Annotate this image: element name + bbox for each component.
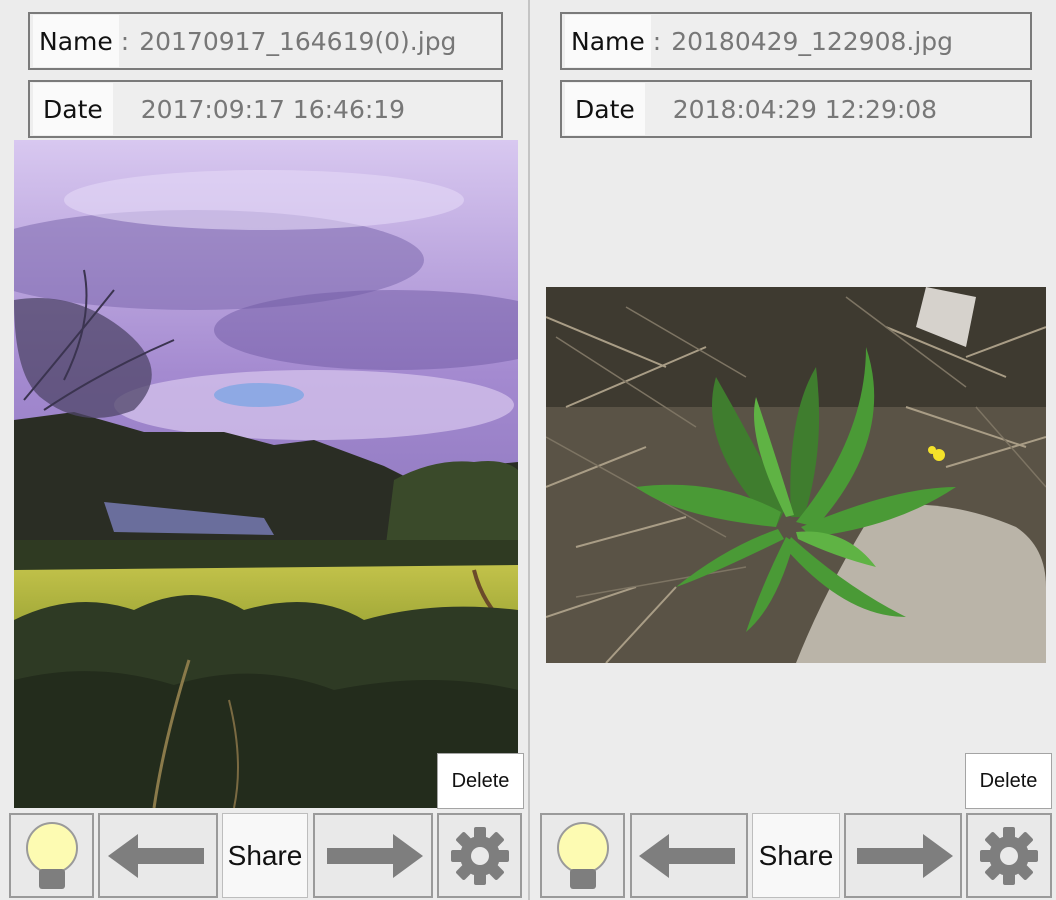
landscape-photo[interactable] <box>14 140 518 808</box>
previous-button[interactable] <box>98 813 218 898</box>
name-separator: : <box>120 26 130 56</box>
lightbulb-button[interactable] <box>540 813 625 898</box>
lightbulb-icon <box>25 821 78 889</box>
date-info-box: Date 2017:09:17 16:46:19 <box>28 80 503 138</box>
share-button[interactable]: Share <box>222 813 308 898</box>
plant-photo-image <box>546 287 1046 663</box>
file-name-value: 20180429_122908.jpg <box>671 26 954 56</box>
date-info-box: Date 2018:04:29 12:29:08 <box>560 80 1032 138</box>
date-label: Date <box>565 83 645 135</box>
settings-button[interactable] <box>966 813 1052 898</box>
plant-photo[interactable] <box>546 287 1046 663</box>
settings-button[interactable] <box>437 813 522 898</box>
delete-button[interactable]: Delete <box>437 753 524 809</box>
file-name-value: 20170917_164619(0).jpg <box>139 26 457 56</box>
name-separator: : <box>652 26 662 56</box>
landscape-photo-image <box>14 140 518 808</box>
right-photo-panel: Name : 20180429_122908.jpg Date 2018:04:… <box>532 0 1056 900</box>
arrow-left-icon <box>108 833 204 878</box>
share-button[interactable]: Share <box>752 813 840 898</box>
gear-icon <box>980 826 1038 885</box>
lightbulb-button[interactable] <box>9 813 94 898</box>
date-label: Date <box>33 83 113 135</box>
name-label: Name <box>33 15 119 67</box>
name-info-box: Name : 20180429_122908.jpg <box>560 12 1032 70</box>
date-value: 2017:09:17 16:46:19 <box>140 94 406 124</box>
date-value: 2018:04:29 12:29:08 <box>672 94 938 124</box>
arrow-right-icon <box>857 833 953 878</box>
previous-button[interactable] <box>630 813 748 898</box>
lightbulb-icon <box>556 821 609 889</box>
next-button[interactable] <box>313 813 433 898</box>
arrow-left-icon <box>639 833 735 878</box>
arrow-right-icon <box>327 833 423 878</box>
name-label: Name <box>565 15 651 67</box>
delete-button[interactable]: Delete <box>965 753 1052 809</box>
name-info-box: Name : 20170917_164619(0).jpg <box>28 12 503 70</box>
next-button[interactable] <box>844 813 962 898</box>
left-photo-panel: Name : 20170917_164619(0).jpg Date 2017:… <box>0 0 530 900</box>
gear-icon <box>450 826 509 885</box>
